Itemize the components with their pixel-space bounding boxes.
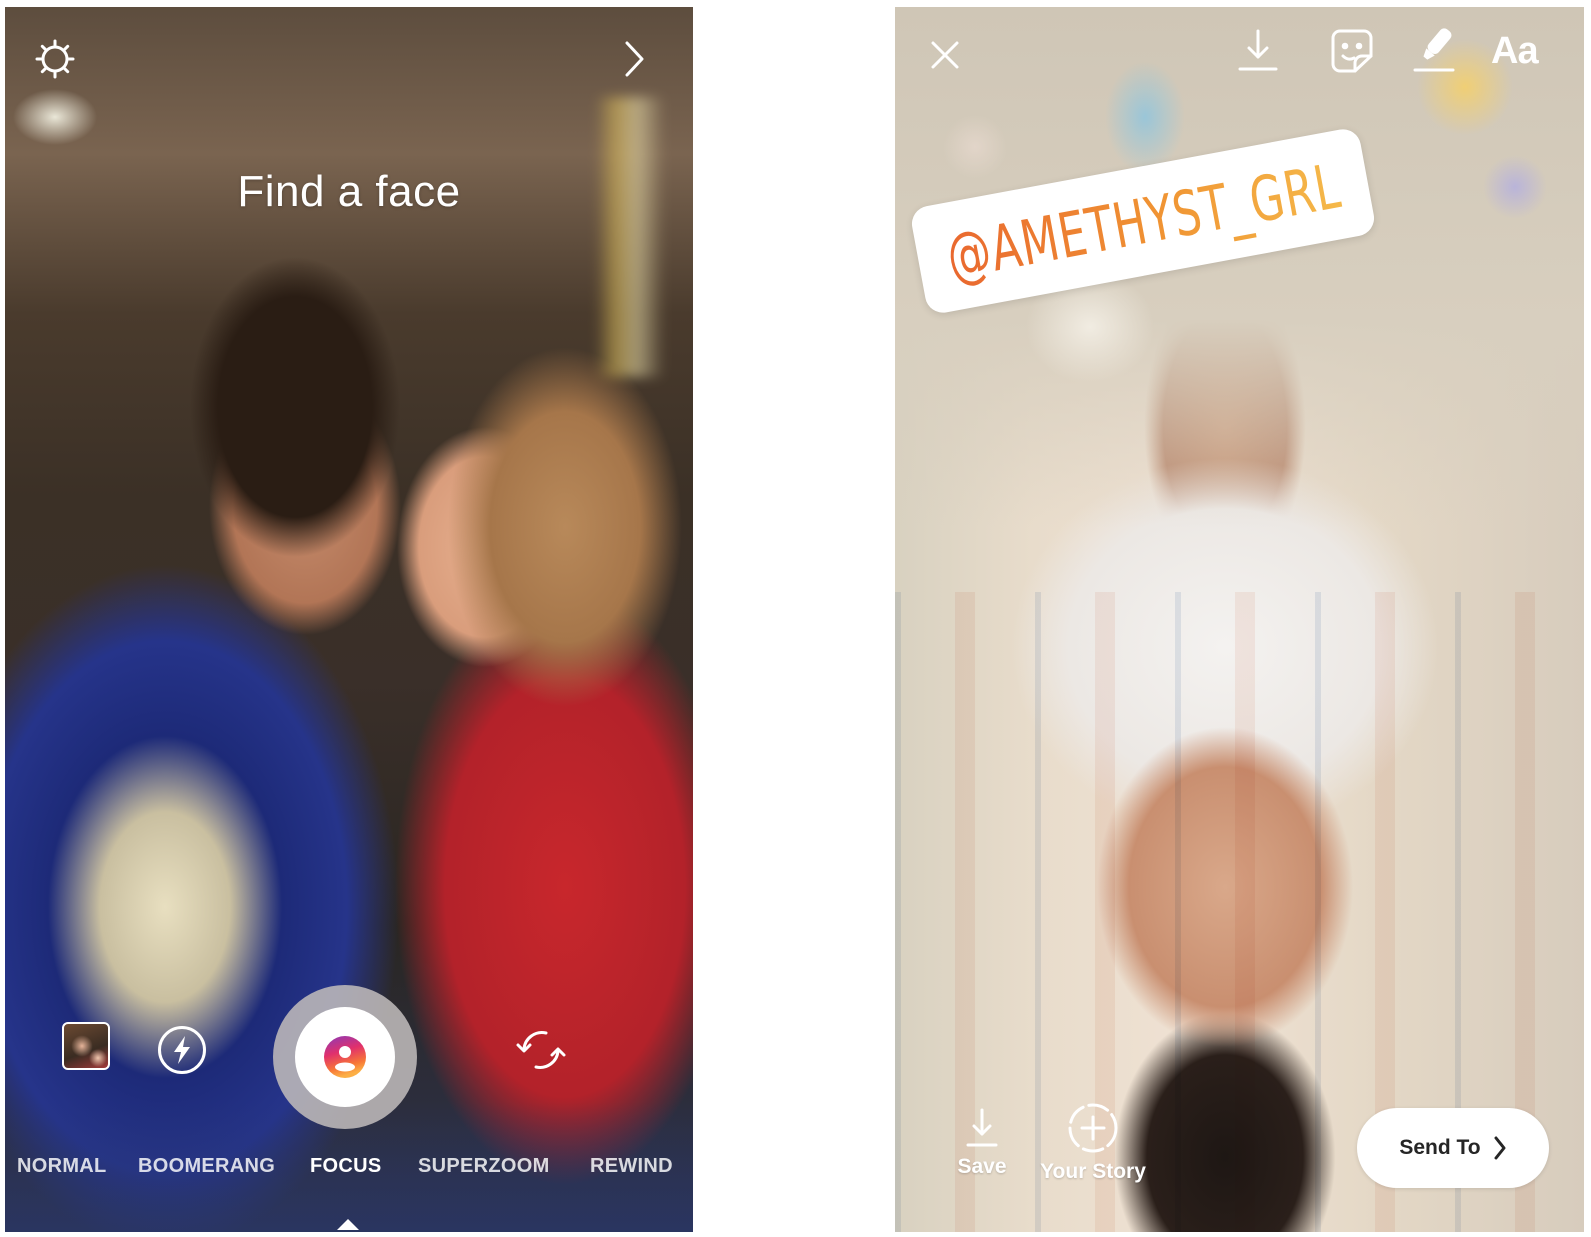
next-button[interactable] (617, 37, 651, 81)
flash-icon (158, 1026, 206, 1074)
flip-camera-button[interactable] (510, 1025, 572, 1075)
draw-button[interactable] (1407, 25, 1461, 77)
mode-superzoom[interactable]: SUPERZOOM (418, 1155, 550, 1178)
send-to-button[interactable]: Send To (1357, 1108, 1549, 1188)
download-button[interactable] (1233, 25, 1283, 77)
settings-button[interactable] (33, 37, 77, 81)
mode-normal[interactable]: NORMAL (17, 1155, 107, 1178)
add-story-icon (1068, 1103, 1118, 1153)
flip-camera-icon (516, 1031, 566, 1069)
face-detection-prompt: Find a face (237, 167, 461, 216)
camera-mode-selector: NORMAL BOOMERANG FOCUS SUPERZOOM REWIND (5, 1155, 693, 1185)
shutter-button[interactable] (273, 985, 417, 1129)
your-story-button[interactable]: Your Story (1023, 1102, 1163, 1197)
marker-icon (1413, 28, 1455, 72)
sticker-button[interactable] (1327, 25, 1377, 77)
chevron-right-icon (625, 41, 644, 77)
gallery-button[interactable] (62, 1022, 110, 1070)
gear-icon (35, 39, 75, 79)
focus-person-icon (324, 1036, 366, 1078)
text-tool-button[interactable]: Aa (1491, 27, 1539, 75)
mode-rewind[interactable]: REWIND (590, 1155, 673, 1178)
close-button[interactable] (923, 33, 967, 77)
save-icon (966, 1108, 998, 1147)
camera-screen: Find a face NORMAL BOOMERANG FOCUS SUPER… (5, 7, 693, 1232)
mode-focus[interactable]: FOCUS (310, 1155, 382, 1178)
download-icon (1238, 29, 1278, 71)
chevron-right-icon (1494, 1136, 1506, 1160)
story-editor-screen: Aa @AMETHYST_GRL Save Your Story Send To (895, 7, 1584, 1232)
flash-button[interactable] (157, 1025, 207, 1075)
send-to-label: Send To (1399, 1136, 1481, 1159)
save-label: Save (957, 1155, 1007, 1178)
close-icon (931, 41, 959, 69)
active-mode-indicator (337, 1219, 359, 1230)
sticker-icon (1331, 29, 1373, 73)
your-story-label: Your Story (1040, 1160, 1146, 1183)
mode-boomerang[interactable]: BOOMERANG (138, 1155, 275, 1178)
save-button[interactable]: Save (947, 1107, 1017, 1197)
shutter-inner (295, 1007, 395, 1107)
